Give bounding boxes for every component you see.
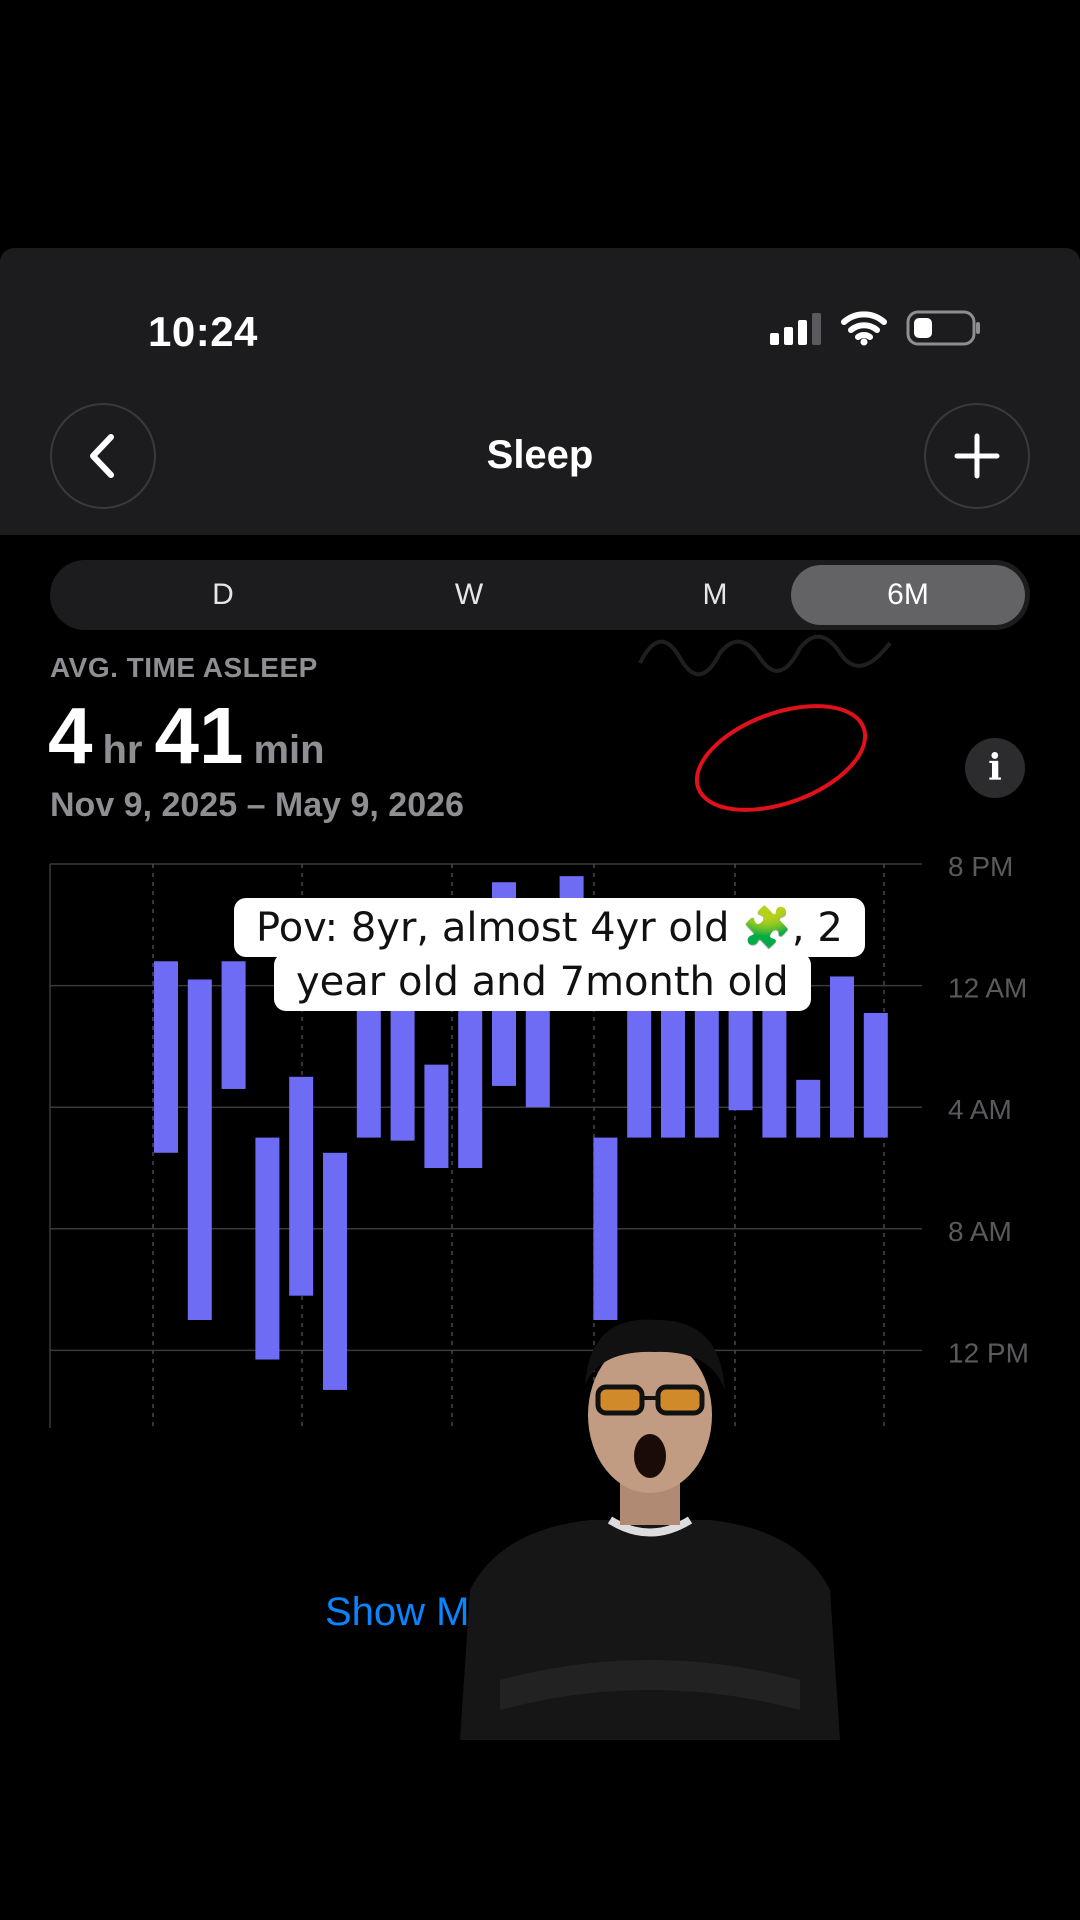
status-time: 10:24	[148, 308, 258, 355]
segment-day[interactable]: D	[106, 565, 340, 625]
plus-icon	[954, 433, 1000, 479]
sleep-bar	[154, 961, 178, 1153]
add-button[interactable]	[924, 403, 1030, 509]
info-button[interactable]: i	[965, 738, 1025, 798]
avg-time-asleep-label: AVG. TIME ASLEEP	[50, 652, 318, 683]
sleep-bar	[424, 1064, 449, 1168]
sleep-bar	[187, 979, 212, 1320]
y-tick-label: 12 AM	[948, 973, 1027, 1004]
sleep-bar	[323, 1152, 347, 1390]
red-circle-annotation	[694, 704, 868, 812]
sleep-bar	[255, 1137, 280, 1360]
caption-overlay: Pov: 8yr, almost 4yr old 🧩, 2 year old a…	[234, 898, 922, 1011]
y-tick-label: 8 AM	[948, 1216, 1012, 1247]
caption-line-1: Pov: 8yr, almost 4yr old 🧩, 2	[234, 898, 865, 957]
battery-icon	[906, 310, 980, 346]
minutes-unit: min	[253, 728, 325, 772]
sleep-bar	[289, 1076, 314, 1296]
avg-time-asleep-value: 4 hr 41 min	[48, 690, 337, 782]
minutes-value: 41	[154, 691, 244, 780]
hours-value: 4	[48, 691, 93, 780]
scribble-annotation	[638, 634, 892, 677]
info-icon: i	[988, 747, 1002, 789]
y-tick-label: 12 PM	[948, 1337, 1029, 1368]
page-title: Sleep	[486, 433, 594, 477]
date-range: Nov 9, 2025 – May 9, 2026	[50, 786, 464, 824]
person-sticker	[460, 1319, 840, 1740]
cellular-signal-icon	[770, 313, 821, 345]
caption-line-2: year old and 7month old	[274, 953, 811, 1011]
y-tick-label: 4 AM	[948, 1094, 1012, 1125]
sleep-bar	[863, 1012, 888, 1138]
status-icons	[770, 310, 982, 346]
y-tick-label: 8 PM	[948, 851, 1013, 882]
wifi-icon	[841, 311, 887, 346]
top-bar: 10:24 Sleep	[0, 248, 1080, 535]
segment-week[interactable]: W	[352, 565, 586, 625]
hours-unit: hr	[102, 728, 143, 772]
sleep-bar	[796, 1079, 821, 1138]
